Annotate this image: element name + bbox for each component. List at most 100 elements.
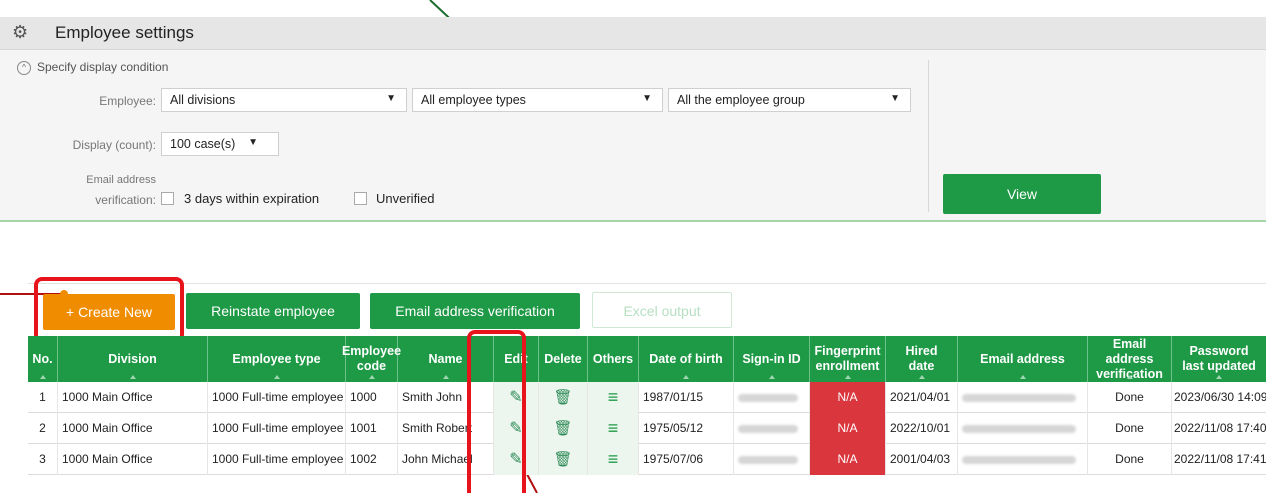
col-fingerprint[interactable]: Fingerprint enrollment xyxy=(810,336,886,382)
menu-icon[interactable]: ≡ xyxy=(588,444,639,475)
sort-icon xyxy=(442,375,449,379)
col-email-verification[interactable]: Email address verification xyxy=(1088,336,1172,382)
display-count-value: 100 case(s) xyxy=(170,137,236,151)
row-division: 1000 Main Office xyxy=(58,382,208,413)
row-no: 1 xyxy=(28,382,58,413)
employee-group-select-value: All the employee group xyxy=(677,93,805,107)
row-email-verification: Done xyxy=(1088,382,1172,413)
sort-icon xyxy=(129,375,136,379)
title-bar: ⚙ Employee settings xyxy=(0,17,1266,50)
sort-icon xyxy=(273,375,280,379)
menu-icon[interactable]: ≡ xyxy=(588,413,639,444)
col-employee-type[interactable]: Employee type xyxy=(208,336,346,382)
email-verification-label: Email address xyxy=(86,174,156,186)
row-fingerprint: N/A xyxy=(810,413,886,444)
unverified-checkbox[interactable] xyxy=(354,192,367,205)
row-employee-type: 1000 Full-time employee xyxy=(208,413,346,444)
row-employee-code: 1000 xyxy=(346,382,398,413)
row-fingerprint: N/A xyxy=(810,444,886,475)
view-button[interactable]: View xyxy=(943,174,1101,214)
sort-icon xyxy=(844,375,851,379)
collapse-icon[interactable]: ^ xyxy=(17,61,31,75)
division-select[interactable]: All divisions ▼ xyxy=(161,88,407,112)
employee-group-select[interactable]: All the employee group ▼ xyxy=(668,88,911,112)
col-hired-date[interactable]: Hired date xyxy=(886,336,958,382)
page-title: Employee settings xyxy=(55,23,194,42)
row-employee-code: 1001 xyxy=(346,413,398,444)
action-divider xyxy=(28,283,1266,284)
display-count-select[interactable]: 100 case(s) ▼ xyxy=(161,132,279,156)
row-date-of-birth: 1987/01/15 xyxy=(639,382,734,413)
expiration-checkbox-label: 3 days within expiration xyxy=(184,191,320,206)
delete-icon[interactable]: 🗑 xyxy=(539,444,588,475)
delete-icon[interactable]: 🗑 xyxy=(539,413,588,444)
row-email-address xyxy=(958,444,1088,475)
email-verification-label-2: verification: xyxy=(95,193,156,207)
create-highlight xyxy=(34,277,184,343)
row-sign-in-id xyxy=(734,444,810,475)
row-hired-date: 2022/10/01 xyxy=(886,413,958,444)
chevron-down-icon: ▼ xyxy=(248,137,258,148)
sort-icon xyxy=(39,375,46,379)
row-sign-in-id xyxy=(734,413,810,444)
row-email-address xyxy=(958,382,1088,413)
sort-icon xyxy=(1019,375,1026,379)
row-hired-date: 2021/04/01 xyxy=(886,382,958,413)
row-sign-in-id xyxy=(734,382,810,413)
delete-icon[interactable]: 🗑 xyxy=(539,382,588,413)
col-password-updated[interactable]: Password last updated xyxy=(1172,336,1266,382)
col-no[interactable]: No. xyxy=(28,336,58,382)
col-email-address[interactable]: Email address xyxy=(958,336,1088,382)
row-password-updated: 2022/11/08 17:40 xyxy=(1174,421,1266,435)
employee-label: Employee: xyxy=(99,94,156,108)
row-hired-date: 2001/04/03 xyxy=(886,444,958,475)
menu-icon[interactable]: ≡ xyxy=(588,382,639,413)
table-header: No. Division Employee type Employee code … xyxy=(28,336,1266,382)
row-email-verification: Done xyxy=(1088,444,1172,475)
row-fingerprint: N/A xyxy=(810,382,886,413)
col-others: Others xyxy=(588,336,639,382)
row-employee-type: 1000 Full-time employee xyxy=(208,444,346,475)
filter-divider xyxy=(928,60,929,212)
col-sign-in-id[interactable]: Sign-in ID xyxy=(734,336,810,382)
sort-icon xyxy=(683,375,689,379)
email-verification-button[interactable]: Email address verification xyxy=(370,293,580,329)
division-select-value: All divisions xyxy=(170,93,236,107)
expiration-checkbox[interactable] xyxy=(161,192,174,205)
sort-icon xyxy=(1216,375,1222,379)
row-email-verification: Done xyxy=(1088,413,1172,444)
row-no: 2 xyxy=(28,413,58,444)
chevron-down-icon: ▼ xyxy=(890,93,900,104)
table-row: 2 1000 Main Office 1000 Full-time employ… xyxy=(28,413,1266,444)
excel-output-button[interactable]: Excel output xyxy=(592,292,732,328)
col-division[interactable]: Division xyxy=(58,336,208,382)
reinstate-button[interactable]: Reinstate employee xyxy=(186,293,360,329)
employee-type-select[interactable]: All employee types ▼ xyxy=(412,88,663,112)
row-no: 3 xyxy=(28,444,58,475)
row-password-updated: 2023/06/30 14:09 xyxy=(1174,390,1266,404)
table-row: 1 1000 Main Office 1000 Full-time employ… xyxy=(28,382,1266,413)
sort-icon xyxy=(1126,375,1133,379)
col-date-of-birth[interactable]: Date of birth xyxy=(639,336,734,382)
sort-icon xyxy=(918,375,925,379)
table-row: 3 1000 Main Office 1000 Full-time employ… xyxy=(28,444,1266,475)
row-password-updated: 2022/11/08 17:41 xyxy=(1174,452,1266,466)
col-delete: Delete xyxy=(539,336,588,382)
col-employee-code[interactable]: Employee code xyxy=(342,336,401,382)
row-email-address xyxy=(958,413,1088,444)
row-date-of-birth: 1975/05/12 xyxy=(639,413,734,444)
gear-icon: ⚙ xyxy=(12,22,29,42)
sort-icon xyxy=(368,375,375,379)
row-employee-code: 1002 xyxy=(346,444,398,475)
employee-type-select-value: All employee types xyxy=(421,93,526,107)
chevron-down-icon: ▼ xyxy=(386,93,396,104)
display-condition-toggle[interactable]: Specify display condition xyxy=(37,60,168,74)
sort-icon xyxy=(768,375,775,379)
edit-column-highlight xyxy=(467,330,526,493)
display-count-label: Display (count): xyxy=(72,138,156,152)
row-employee-type: 1000 Full-time employee xyxy=(208,382,346,413)
row-date-of-birth: 1975/07/06 xyxy=(639,444,734,475)
row-division: 1000 Main Office xyxy=(58,413,208,444)
row-division: 1000 Main Office xyxy=(58,444,208,475)
unverified-checkbox-label: Unverified xyxy=(376,191,435,206)
